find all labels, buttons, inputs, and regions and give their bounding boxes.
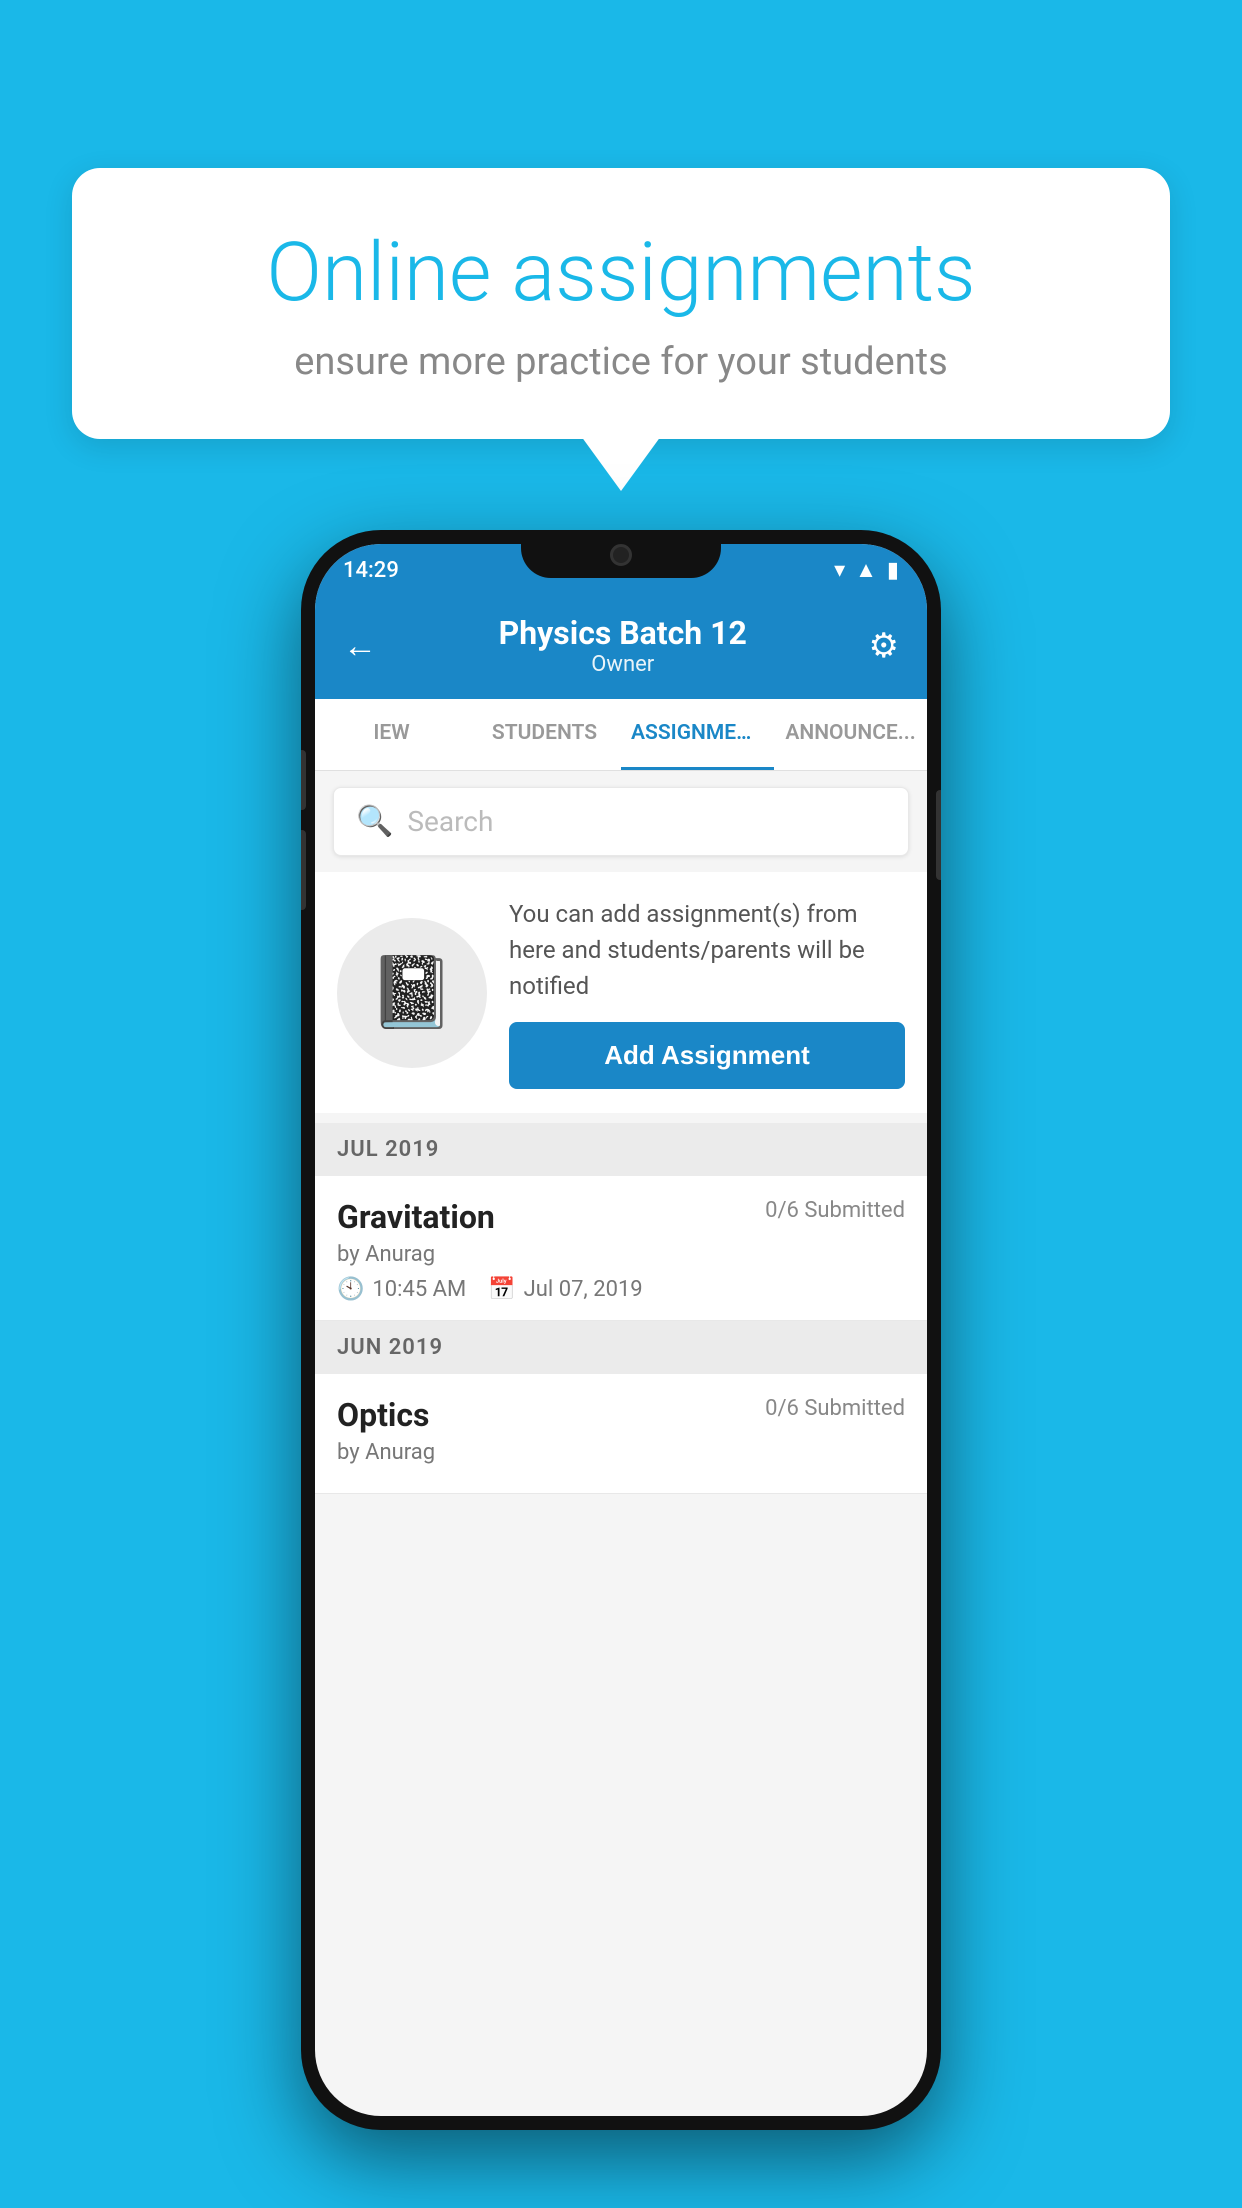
tab-students[interactable]: STUDENTS (468, 699, 621, 770)
assignment-item-optics[interactable]: Optics 0/6 Submitted by Anurag (315, 1374, 927, 1494)
status-icons: ▾ ▲ ▮ (834, 557, 899, 583)
assignment-date-value: Jul 07, 2019 (524, 1277, 643, 1302)
clock-icon: 🕙 (337, 1277, 364, 1302)
search-icon: 🔍 (356, 804, 393, 839)
empty-state-banner: 📓 You can add assignment(s) from here an… (315, 872, 927, 1113)
calendar-icon: 📅 (488, 1277, 515, 1302)
speech-bubble-card: Online assignments ensure more practice … (72, 168, 1170, 439)
assignment-submitted-optics: 0/6 Submitted (765, 1396, 905, 1421)
settings-icon[interactable]: ⚙ (869, 626, 899, 666)
speech-bubble-title: Online assignments (142, 228, 1100, 318)
phone-screen: 14:29 ▾ ▲ ▮ ← Physics Batch 12 Owner ⚙ I… (315, 544, 927, 2116)
assignment-time-gravitation: 🕙 10:45 AM (337, 1277, 466, 1302)
status-time: 14:29 (343, 558, 399, 583)
section-header-jul: JUL 2019 (315, 1123, 927, 1176)
power-button (936, 790, 941, 880)
assignment-date-gravitation: 📅 Jul 07, 2019 (488, 1277, 642, 1302)
header-center: Physics Batch 12 Owner (499, 614, 747, 677)
batch-title: Physics Batch 12 (499, 614, 747, 652)
front-camera (610, 544, 632, 566)
empty-state-content: You can add assignment(s) from here and … (509, 896, 905, 1089)
phone-frame: 14:29 ▾ ▲ ▮ ← Physics Batch 12 Owner ⚙ I… (301, 530, 941, 2130)
volume-down-button (301, 830, 306, 910)
assignment-submitted-gravitation: 0/6 Submitted (765, 1198, 905, 1223)
app-header: ← Physics Batch 12 Owner ⚙ (315, 596, 927, 699)
assignment-time-value: 10:45 AM (372, 1277, 466, 1302)
tab-iew[interactable]: IEW (315, 699, 468, 770)
signal-icon: ▲ (855, 557, 877, 583)
batch-subtitle: Owner (499, 652, 747, 677)
tab-bar: IEW STUDENTS ASSIGNMENTS ANNOUNCE... (315, 699, 927, 771)
section-month-jul: JUL 2019 (337, 1137, 439, 1162)
assignment-row-top-optics: Optics 0/6 Submitted (337, 1396, 905, 1434)
phone-notch (521, 530, 721, 578)
tab-announcements[interactable]: ANNOUNCE... (774, 699, 927, 770)
empty-state-icon-wrap: 📓 (337, 918, 487, 1068)
add-assignment-button[interactable]: Add Assignment (509, 1022, 905, 1089)
assignment-name-optics: Optics (337, 1396, 429, 1434)
section-header-jun: JUN 2019 (315, 1321, 927, 1374)
assignment-author-gravitation: by Anurag (337, 1242, 905, 1267)
battery-icon: ▮ (887, 558, 899, 583)
assignment-author-optics: by Anurag (337, 1440, 905, 1465)
tab-assignments[interactable]: ASSIGNMENTS (621, 699, 774, 770)
search-placeholder-text: Search (407, 805, 493, 838)
section-month-jun: JUN 2019 (337, 1335, 443, 1360)
search-bar[interactable]: 🔍 Search (333, 787, 909, 856)
assignment-row-top: Gravitation 0/6 Submitted (337, 1198, 905, 1236)
empty-state-text: You can add assignment(s) from here and … (509, 896, 905, 1004)
wifi-icon: ▾ (834, 558, 845, 583)
volume-up-button (301, 750, 306, 810)
back-button[interactable]: ← (343, 626, 377, 666)
speech-bubble-subtitle: ensure more practice for your students (142, 340, 1100, 384)
assignment-name-gravitation: Gravitation (337, 1198, 495, 1236)
assignment-details-gravitation: 🕙 10:45 AM 📅 Jul 07, 2019 (337, 1277, 905, 1302)
assignment-item-gravitation[interactable]: Gravitation 0/6 Submitted by Anurag 🕙 10… (315, 1176, 927, 1321)
notebook-icon: 📓 (368, 952, 455, 1034)
